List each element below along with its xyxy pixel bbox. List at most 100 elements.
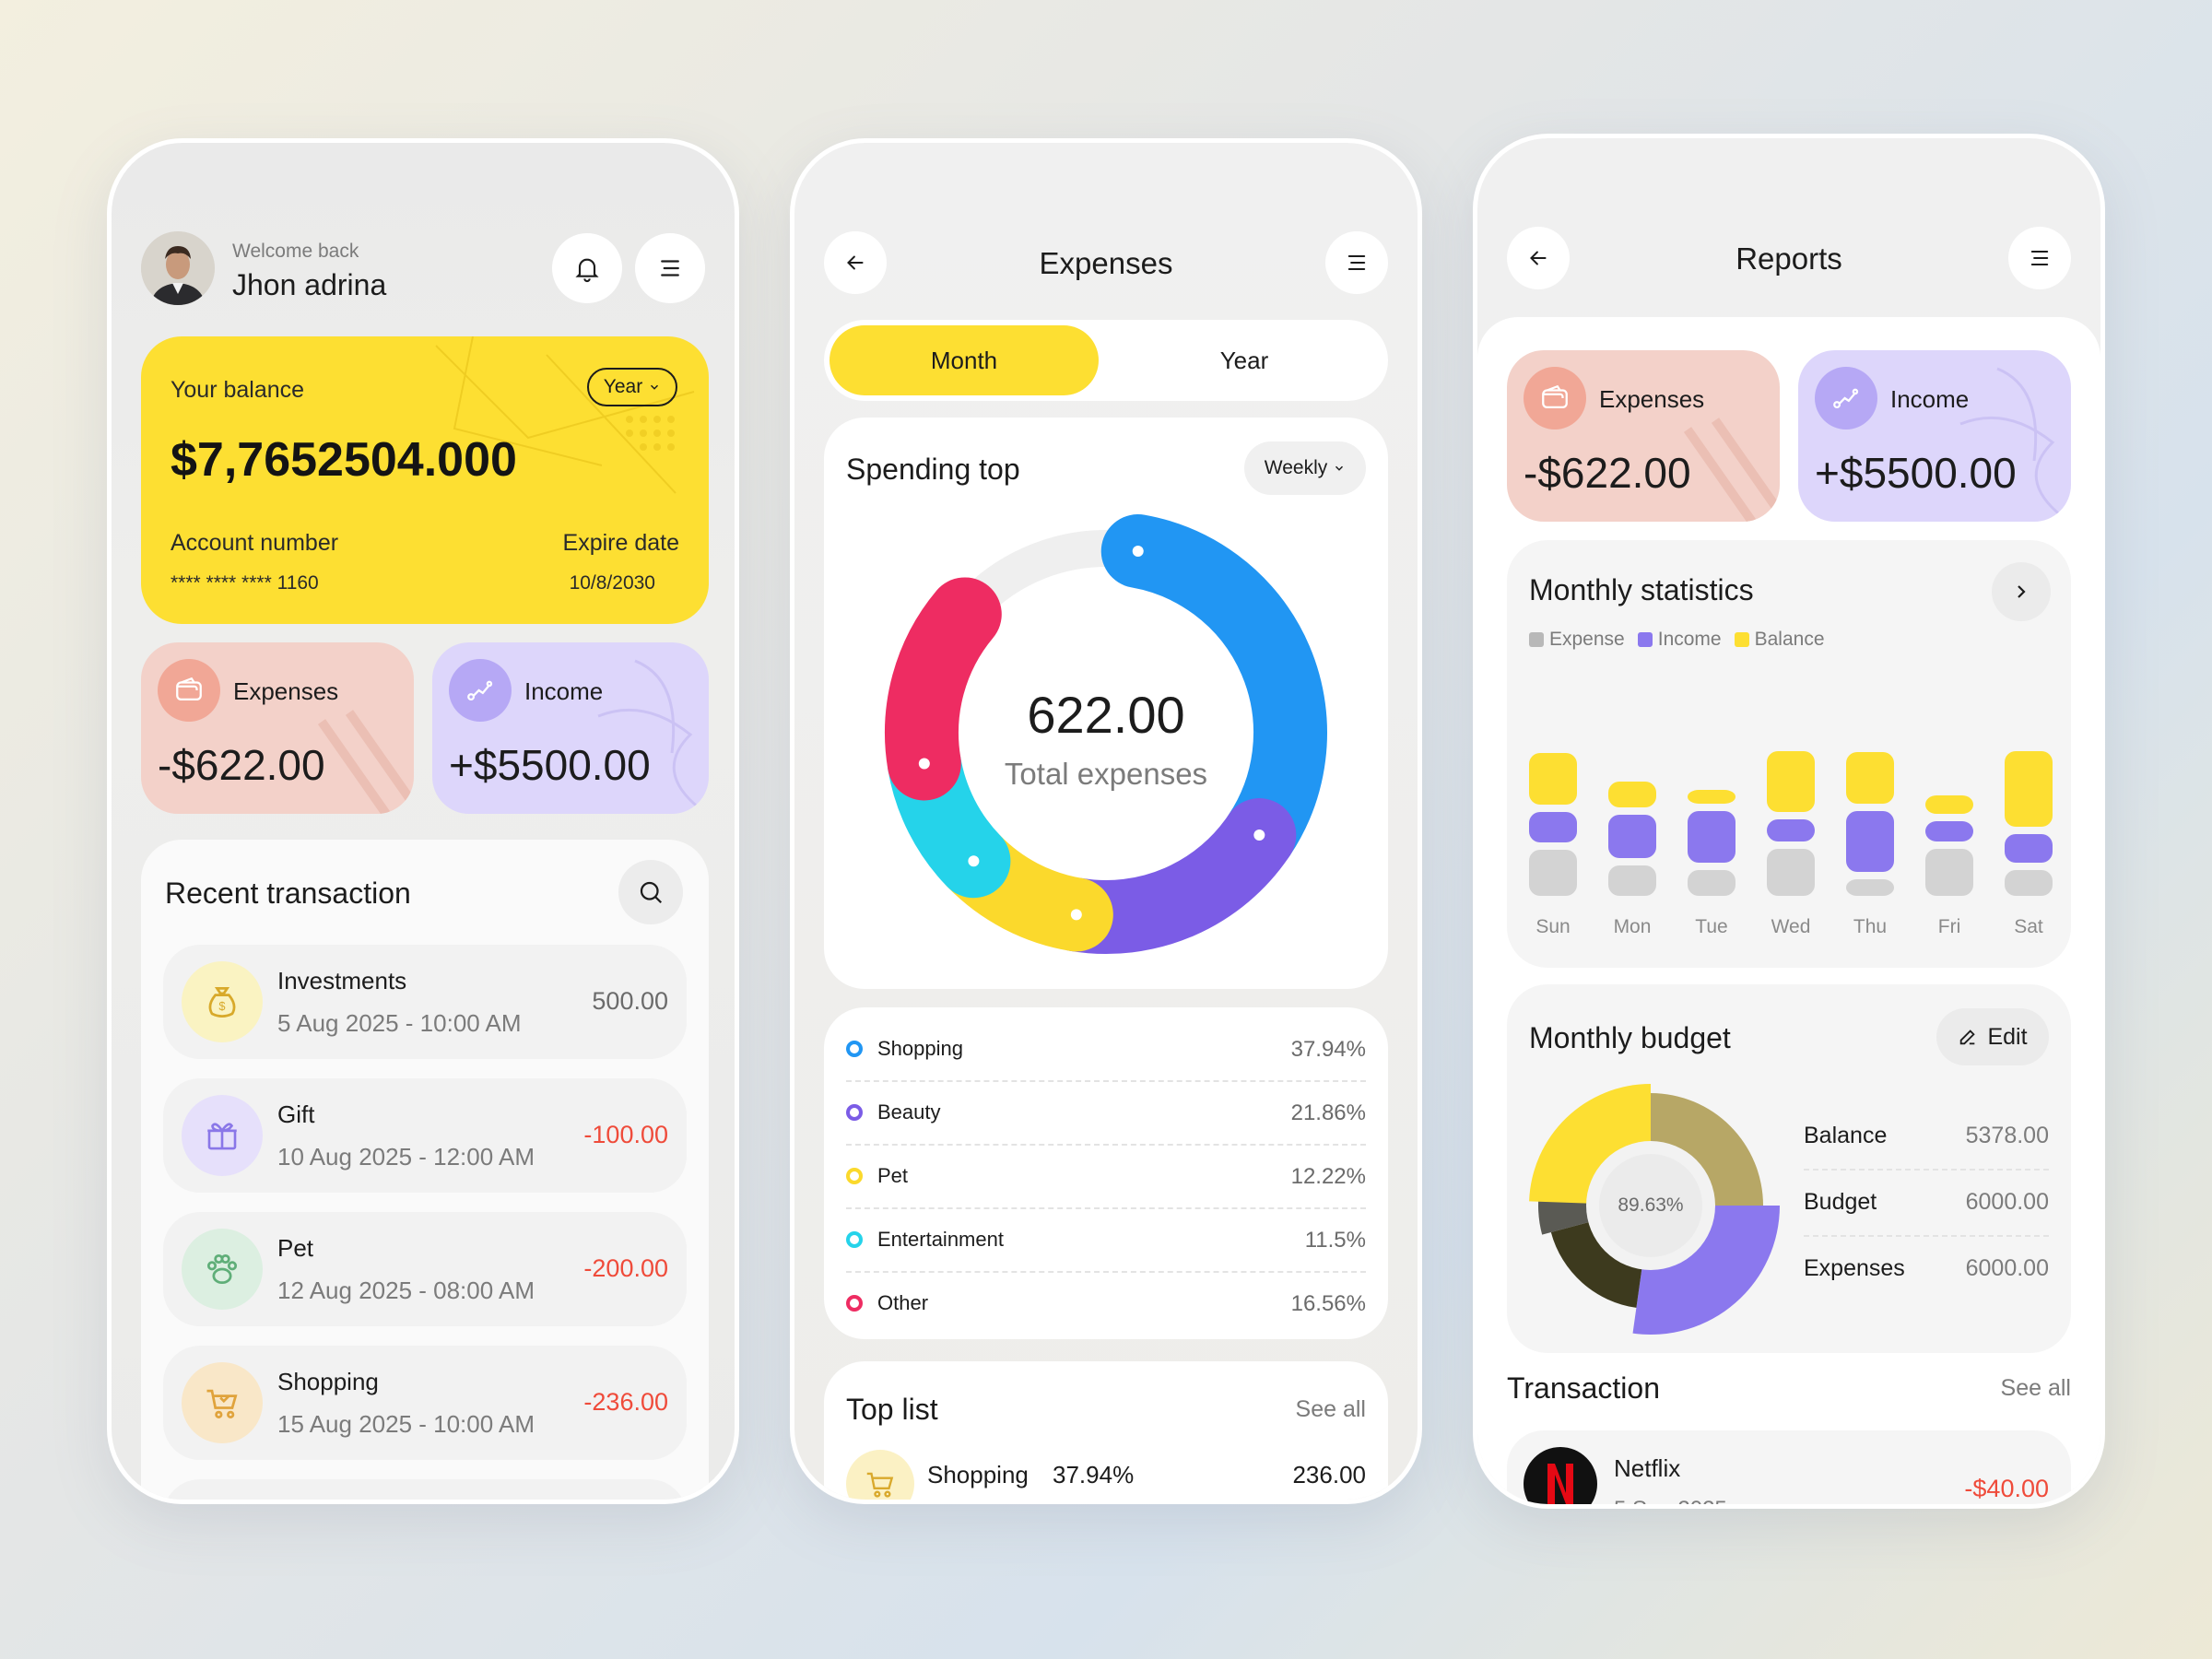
x-tick-label: Tue: [1695, 916, 1727, 937]
bar-balance-sun: [1529, 753, 1577, 805]
category-row-pet[interactable]: Pet 12.22%: [846, 1146, 1366, 1209]
bar-expense-wed: [1767, 849, 1815, 896]
list-item[interactable]: $ Investments 5 Aug 2025 - 10:00 AM 500.…: [163, 945, 687, 1059]
legend-dot: [846, 1168, 863, 1184]
bar-expense-fri: [1925, 849, 1973, 896]
list-item[interactable]: Shopping 15 Aug 2025 - 10:00 AM -236.00: [163, 1346, 687, 1460]
income-amount: +$5500.00: [1815, 449, 2017, 497]
bar-income-sun: [1529, 812, 1577, 842]
budget-row-label: Balance: [1804, 1123, 1888, 1148]
total-expenses-label: Total expenses: [1004, 757, 1208, 791]
category-name: Pet: [877, 1164, 909, 1187]
transaction-amount: -$40.00: [1964, 1475, 2049, 1502]
list-item[interactable]: Gift 10 Aug 2025 - 12:00 AM -100.00: [163, 1078, 687, 1193]
x-tick-label: Sat: [2014, 916, 2043, 937]
money-bag-icon: $: [182, 961, 263, 1042]
list-item[interactable]: [163, 1479, 687, 1500]
bar-balance-sat: [2005, 751, 2053, 827]
expenses-card[interactable]: Expenses -$622.00: [1507, 350, 1780, 522]
income-icon-badge: [449, 659, 512, 722]
income-label: Income: [1890, 385, 1970, 413]
tab-month[interactable]: Month: [830, 325, 1099, 395]
category-row-shopping[interactable]: Shopping 37.94%: [846, 1018, 1366, 1082]
category-percent: 16.56%: [1290, 1291, 1366, 1316]
bar-balance-tue: [1688, 790, 1735, 804]
legend-balance: Balance: [1734, 629, 1825, 651]
bar-income-wed: [1767, 819, 1815, 841]
statistics-next-button[interactable]: [1992, 562, 2051, 621]
recent-transaction-title: Recent transaction: [165, 877, 411, 910]
bar-expense-sun: [1529, 850, 1577, 896]
menu-button[interactable]: [2008, 227, 2071, 289]
menu-icon: [661, 260, 679, 276]
menu-button[interactable]: [1325, 231, 1388, 294]
transaction-name: Pet: [277, 1234, 314, 1262]
see-all-link[interactable]: See all: [2001, 1375, 2071, 1402]
income-card[interactable]: Income +$5500.00: [432, 642, 709, 814]
balance-card[interactable]: Your balance Year $7,7652504.000 Account…: [141, 336, 709, 624]
bar-income-tue: [1688, 811, 1735, 863]
page-title: Expenses: [1039, 246, 1173, 280]
income-label: Income: [524, 677, 604, 705]
monthly-statistics-card: Monthly statistics Expense Income Balanc…: [1507, 540, 2071, 968]
category-row-entertainment[interactable]: Entertainment 11.5%: [846, 1209, 1366, 1273]
x-tick-label: Sun: [1535, 916, 1570, 937]
search-icon: [640, 881, 663, 904]
bar-expense-tue: [1688, 870, 1735, 896]
expenses-label: Expenses: [233, 677, 339, 705]
gift-icon: [182, 1095, 263, 1176]
tab-month-label: Month: [930, 346, 998, 374]
menu-button[interactable]: [635, 233, 705, 303]
spending-top-card: Spending top Weekly 622.00 Total expense…: [824, 418, 1388, 989]
transaction-name: Shopping: [277, 1368, 379, 1395]
pencil-icon: [1960, 1030, 1976, 1045]
year-selector[interactable]: Year: [587, 368, 677, 406]
budget-row-value: 6000.00: [1965, 1255, 2049, 1281]
transaction-name: Investments: [277, 967, 407, 994]
bar-balance-fri: [1925, 795, 1973, 814]
legend-dot: [846, 1231, 863, 1248]
list-item[interactable]: Netflix 5 Sep 2025 -$40.00: [1507, 1430, 2071, 1504]
legend-income: Income: [1637, 629, 1722, 651]
expenses-amount: -$622.00: [158, 741, 325, 789]
edit-button[interactable]: Edit: [1936, 1008, 2049, 1065]
top-item-amount: 236.00: [1292, 1461, 1366, 1488]
tab-year[interactable]: Year: [1106, 325, 1382, 395]
top-item-name: Shopping: [927, 1461, 1029, 1488]
income-card[interactable]: Income +$5500.00: [1798, 350, 2071, 522]
budget-row-balance: Balance 5378.00: [1804, 1104, 2049, 1171]
transaction-date: 5 Sep 2025: [1614, 1497, 1727, 1504]
budget-row-budget: Budget 6000.00: [1804, 1171, 2049, 1237]
category-row-other[interactable]: Other 16.56%: [846, 1273, 1366, 1336]
search-button[interactable]: [618, 860, 683, 924]
page-title: Reports: [1735, 241, 1842, 276]
category-percent: 21.86%: [1290, 1100, 1366, 1125]
budget-row-value: 6000.00: [1965, 1189, 2049, 1215]
bell-icon: [575, 258, 599, 282]
transaction-amount: -200.00: [583, 1254, 668, 1282]
expenses-screen: Expenses Month Year Spending top Weekly …: [790, 138, 1422, 1504]
avatar[interactable]: [141, 231, 215, 305]
x-tick-label: Wed: [1771, 916, 1811, 937]
bar-income-fri: [1925, 821, 1973, 841]
top-item-percent: 37.94%: [1053, 1461, 1135, 1488]
transaction-date: 10 Aug 2025 - 12:00 AM: [277, 1143, 535, 1171]
category-percent: 11.5%: [1304, 1228, 1366, 1253]
expenses-card[interactable]: Expenses -$622.00: [141, 642, 414, 814]
reports-screen: Reports Expenses -$622.00 Income +$5500.…: [1473, 134, 2105, 1509]
budget-center-value: 89.63%: [1618, 1194, 1684, 1216]
category-row-beauty[interactable]: Beauty 21.86%: [846, 1082, 1366, 1146]
chevron-down-icon: [1335, 465, 1344, 471]
transaction-name: Gift: [277, 1100, 315, 1128]
monthly-budget-title: Monthly budget: [1529, 1021, 1731, 1054]
balance-amount: $7,7652504.000: [171, 433, 517, 487]
notification-button[interactable]: [552, 233, 622, 303]
weekly-selector[interactable]: Weekly: [1244, 441, 1366, 495]
list-item[interactable]: Pet 12 Aug 2025 - 08:00 AM -200.00: [163, 1212, 687, 1326]
see-all-link[interactable]: See all: [1296, 1396, 1366, 1423]
donut-slice-marker: [1132, 546, 1144, 558]
expire-date-value: 10/8/2030: [569, 572, 655, 594]
budget-row-label: Expenses: [1804, 1255, 1905, 1281]
legend-dot: [846, 1041, 863, 1057]
home-screen: Welcome back Jhon adrina Your balance Ye…: [107, 138, 739, 1504]
